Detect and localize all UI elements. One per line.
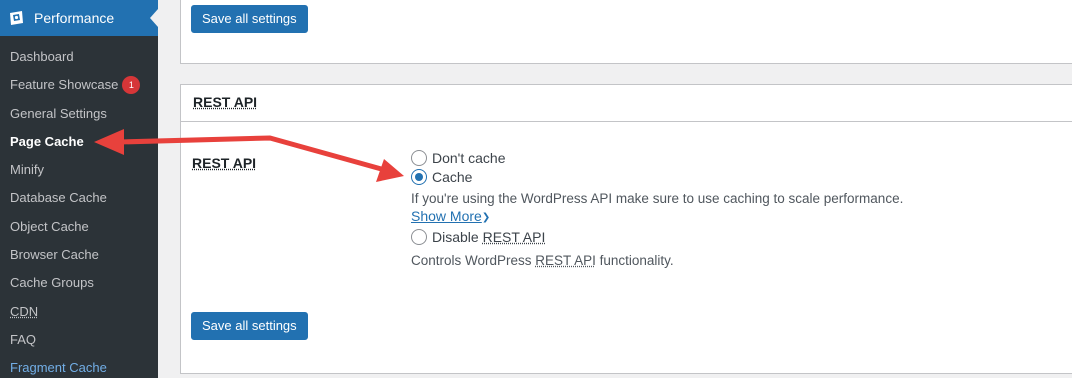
- box-heading-text: REST API: [193, 94, 258, 110]
- sidebar-item-feature-showcase[interactable]: Feature Showcase 1: [0, 71, 158, 99]
- disable-label-abbr: REST API: [482, 228, 546, 245]
- cache-radio[interactable]: [411, 169, 427, 186]
- sidebar-item-label: CDN: [10, 303, 39, 319]
- sidebar-item-label: Database Cache: [10, 190, 107, 206]
- rest-api-options: Don't cache Cache If you're using the Wo…: [411, 148, 1051, 268]
- sidebar-item-label: Feature Showcase: [10, 77, 119, 93]
- w3tc-logo-icon: [10, 11, 23, 25]
- disable-rest-api-radio[interactable]: [411, 228, 427, 245]
- current-menu-caret-icon: [150, 9, 158, 27]
- previous-settings-box: Save all settings: [180, 0, 1072, 64]
- option-dont-cache[interactable]: Don't cache: [411, 148, 1051, 168]
- sidebar-item-fragment-cache[interactable]: Fragment Cache: [0, 354, 158, 378]
- disable-desc-suffix: functionality.: [595, 252, 674, 268]
- sidebar-item-cache-groups[interactable]: Cache Groups: [0, 269, 158, 297]
- save-all-settings-button[interactable]: Save all settings: [191, 5, 308, 33]
- sidebar-item-label: Object Cache: [10, 218, 89, 234]
- sidebar-item-label: Minify: [10, 162, 44, 178]
- performance-submenu: Dashboard Feature Showcase 1 General Sett…: [0, 43, 158, 378]
- row-label-text: REST API: [192, 155, 257, 171]
- sidebar-item-label: FAQ: [10, 331, 37, 347]
- menu-title: Performance: [34, 10, 115, 26]
- sidebar-item-faq[interactable]: FAQ: [0, 326, 158, 354]
- disable-desc-abbr: REST API: [535, 252, 596, 268]
- cache-description: If you're using the WordPress API make s…: [411, 191, 904, 206]
- cache-label: Cache: [432, 169, 473, 186]
- sidebar-item-label: Fragment Cache: [10, 360, 107, 376]
- disable-label-prefix: Disable: [432, 228, 483, 245]
- show-more-link[interactable]: Show More❯: [411, 208, 490, 224]
- notification-badge: 1: [122, 76, 141, 95]
- disable-desc-prefix: Controls WordPress: [411, 252, 536, 268]
- sidebar-item-general-settings[interactable]: General Settings: [0, 100, 158, 128]
- option-disable-rest-api[interactable]: Disable REST API: [411, 227, 1051, 247]
- sidebar-item-label: Page Cache: [10, 133, 84, 149]
- sidebar-item-page-cache[interactable]: Page Cache: [0, 128, 158, 156]
- option-cache[interactable]: Cache: [411, 168, 1051, 188]
- show-more-text: Show More: [411, 208, 482, 224]
- performance-menu-header[interactable]: Performance: [0, 0, 158, 36]
- chevron-down-icon: ❯: [481, 212, 491, 223]
- save-all-settings-button-bottom[interactable]: Save all settings: [191, 312, 308, 340]
- dont-cache-label: Don't cache: [432, 149, 506, 166]
- sidebar-item-database-cache[interactable]: Database Cache: [0, 184, 158, 212]
- sidebar-item-cdn[interactable]: CDN: [0, 298, 158, 326]
- rest-api-row-label: REST API: [192, 155, 256, 171]
- sidebar-item-label: General Settings: [10, 105, 107, 121]
- dont-cache-radio[interactable]: [411, 149, 427, 166]
- admin-sidebar: Performance Dashboard Feature Showcase 1 …: [0, 0, 158, 378]
- sidebar-item-object-cache[interactable]: Object Cache: [0, 213, 158, 241]
- sidebar-item-label: Browser Cache: [10, 247, 99, 263]
- rest-api-settings-box: REST API REST API Don't cache Cache If y…: [180, 84, 1072, 374]
- disable-description: Controls WordPress REST API functionalit…: [411, 253, 1051, 268]
- box-heading: REST API: [181, 85, 1072, 122]
- sidebar-item-dashboard[interactable]: Dashboard: [0, 43, 158, 71]
- sidebar-item-minify[interactable]: Minify: [0, 156, 158, 184]
- sidebar-item-label: Cache Groups: [10, 275, 94, 291]
- sidebar-item-browser-cache[interactable]: Browser Cache: [0, 241, 158, 269]
- sidebar-item-label: Dashboard: [10, 49, 74, 64]
